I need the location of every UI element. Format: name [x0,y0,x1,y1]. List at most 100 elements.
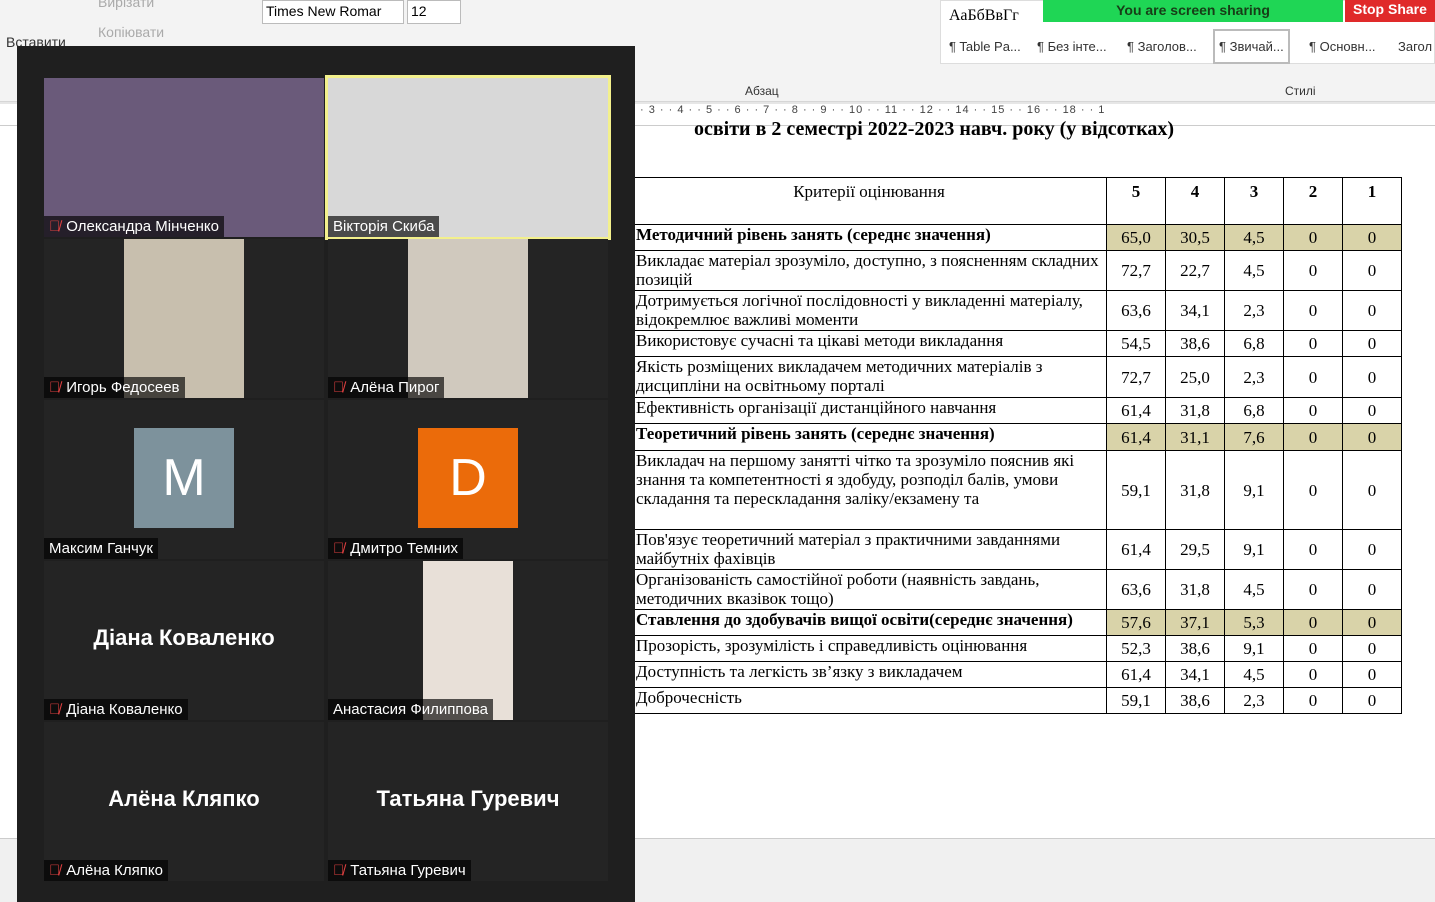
value-cell: 0 [1283,450,1343,530]
participant-name: Вікторія Скиба [333,218,435,235]
participant-name: Максим Ганчук [49,540,153,557]
value-cell: 9,1 [1224,450,1284,530]
criterion-cell: Пов'язує теоретичний матеріал з практичн… [600,529,1107,570]
header-cell: Критерії оцінювання [600,177,1107,225]
style-normal[interactable]: ¶ Звичай... [1213,29,1290,64]
value-cell: 0 [1283,224,1343,251]
style-no-spacing[interactable]: ¶ Без інте... [1037,39,1107,54]
table-row: Використовує сучасні та цікаві методи ви… [600,330,1402,357]
stop-share-button[interactable]: Stop Share [1345,0,1435,22]
font-size-select[interactable]: 12 [407,0,461,24]
participant-name-label: Максим Ганчук [44,538,158,559]
value-cell: 31,1 [1165,423,1225,451]
value-cell: 9,1 [1224,635,1284,662]
muted-mic-icon: 🎙̸ [333,379,345,396]
cut-button[interactable]: Вирізати [98,0,154,10]
value-cell: 59,1 [1106,687,1166,714]
participant-tile[interactable]: Діана Коваленко 🎙̸ Діана Коваленко [44,561,324,720]
value-cell: 61,4 [1106,661,1166,688]
value-cell: 0 [1342,450,1402,530]
participant-name-label: 🎙̸ Діана Коваленко [44,699,188,720]
value-cell: 29,5 [1165,529,1225,570]
value-cell: 38,6 [1165,687,1225,714]
criterion-cell: Прозорість, зрозумілість і справедливіст… [600,635,1107,662]
style-body[interactable]: ¶ Основн... [1309,39,1376,54]
value-cell: 52,3 [1106,635,1166,662]
sharing-text: You are screen sharing [1116,2,1270,18]
participant-name: Алёна Кляпко [66,862,163,879]
value-cell: 7,6 [1224,423,1284,451]
value-cell: 0 [1342,290,1402,331]
value-cell: 6,8 [1224,397,1284,424]
participant-name-label: 🎙̸ Алёна Пирог [328,377,445,398]
value-cell: 2,3 [1224,290,1284,331]
value-cell: 0 [1283,609,1343,636]
value-cell: 4,5 [1224,661,1284,688]
value-cell: 0 [1342,687,1402,714]
value-cell: 0 [1342,330,1402,357]
style-heading[interactable]: ¶ Заголов... [1127,39,1197,54]
participant-video [408,239,528,398]
table-row: Доступність та легкість зв’язку з виклад… [600,661,1402,688]
value-cell: 72,7 [1106,356,1166,398]
table-row: Викладає матеріал зрозуміло, доступно, з… [600,250,1402,291]
participant-name: Дмитро Темних [350,540,458,557]
value-cell: 0 [1283,529,1343,570]
criterion-cell: Дотримується логічної послідовності у ви… [600,290,1107,331]
participant-tile[interactable]: Вікторія Скиба [325,75,611,240]
value-cell: 0 [1283,687,1343,714]
value-cell: 63,6 [1106,569,1166,610]
font-select[interactable]: Times New Romar [262,0,404,24]
value-cell: 31,8 [1165,569,1225,610]
participant-name-label: 🎙̸ Игорь Федосеев [44,377,185,398]
value-cell: 0 [1283,423,1343,451]
value-cell: 2,3 [1224,356,1284,398]
participant-name-label: 🎙̸ Олександра Мінченко [44,216,224,237]
table-row: Методичний рівень занять (середнє значен… [600,224,1402,251]
muted-mic-icon: 🎙̸ [49,218,61,235]
avatar: M [134,428,234,528]
value-cell: 0 [1342,635,1402,662]
value-cell: 25,0 [1165,356,1225,398]
participant-tile[interactable]: Татьяна Гуревич 🎙̸ Татьяна Гуревич [328,722,608,881]
table-row: Ефективність організації дистанційного н… [600,397,1402,424]
table-row: Доброчесність 59,1 38,6 2,3 0 0 [600,687,1402,714]
value-cell: 4,5 [1224,569,1284,610]
header-cell: 2 [1283,177,1343,225]
table-header-row: Критерії оцінювання 5 4 3 2 1 [600,177,1402,225]
criterion-cell: Викладач на першому занятті чітко та зро… [600,450,1107,530]
value-cell: 0 [1342,397,1402,424]
value-cell: 31,8 [1165,450,1225,530]
participant-tile[interactable]: M Максим Ганчук [44,400,324,559]
participant-name: Анастасия Филиппова [333,701,488,718]
criterion-cell: Ефективність організації дистанційного н… [600,397,1107,424]
participant-tile[interactable]: Алёна Кляпко 🎙̸ Алёна Кляпко [44,722,324,881]
style-table-paragraph[interactable]: ¶ Table Pa... [949,39,1021,54]
style-heading-2[interactable]: Загол [1398,39,1432,54]
value-cell: 31,8 [1165,397,1225,424]
value-cell: 34,1 [1165,290,1225,331]
copy-button[interactable]: Копіювати [98,24,164,40]
participant-name: Алёна Пирог [350,379,440,396]
value-cell: 5,3 [1224,609,1284,636]
table-row: Пов'язує теоретичний матеріал з практичн… [600,529,1402,570]
participant-tile[interactable]: 🎙̸ Олександра Мінченко [44,78,324,237]
value-cell: 63,6 [1106,290,1166,331]
value-cell: 2,3 [1224,687,1284,714]
table-row: Якість розміщених викладачем методичних … [600,356,1402,398]
participant-tile[interactable]: Анастасия Филиппова [328,561,608,720]
participant-tile[interactable]: 🎙̸ Игорь Федосеев [44,239,324,398]
style-preview: АаБбВвГг [949,7,1019,24]
muted-mic-icon: 🎙̸ [49,379,61,396]
participant-name-label: 🎙̸ Татьяна Гуревич [328,860,471,881]
participant-name: Діана Коваленко [66,701,183,718]
value-cell: 61,4 [1106,423,1166,451]
value-cell: 61,4 [1106,397,1166,424]
value-cell: 54,5 [1106,330,1166,357]
criterion-cell: Доступність та легкість зв’язку з виклад… [600,661,1107,688]
value-cell: 0 [1342,356,1402,398]
table-row: Дотримується логічної послідовності у ви… [600,290,1402,331]
participant-tile[interactable]: D 🎙̸ Дмитро Темних [328,400,608,559]
muted-mic-icon: 🎙̸ [49,701,61,718]
participant-tile[interactable]: 🎙̸ Алёна Пирог [328,239,608,398]
